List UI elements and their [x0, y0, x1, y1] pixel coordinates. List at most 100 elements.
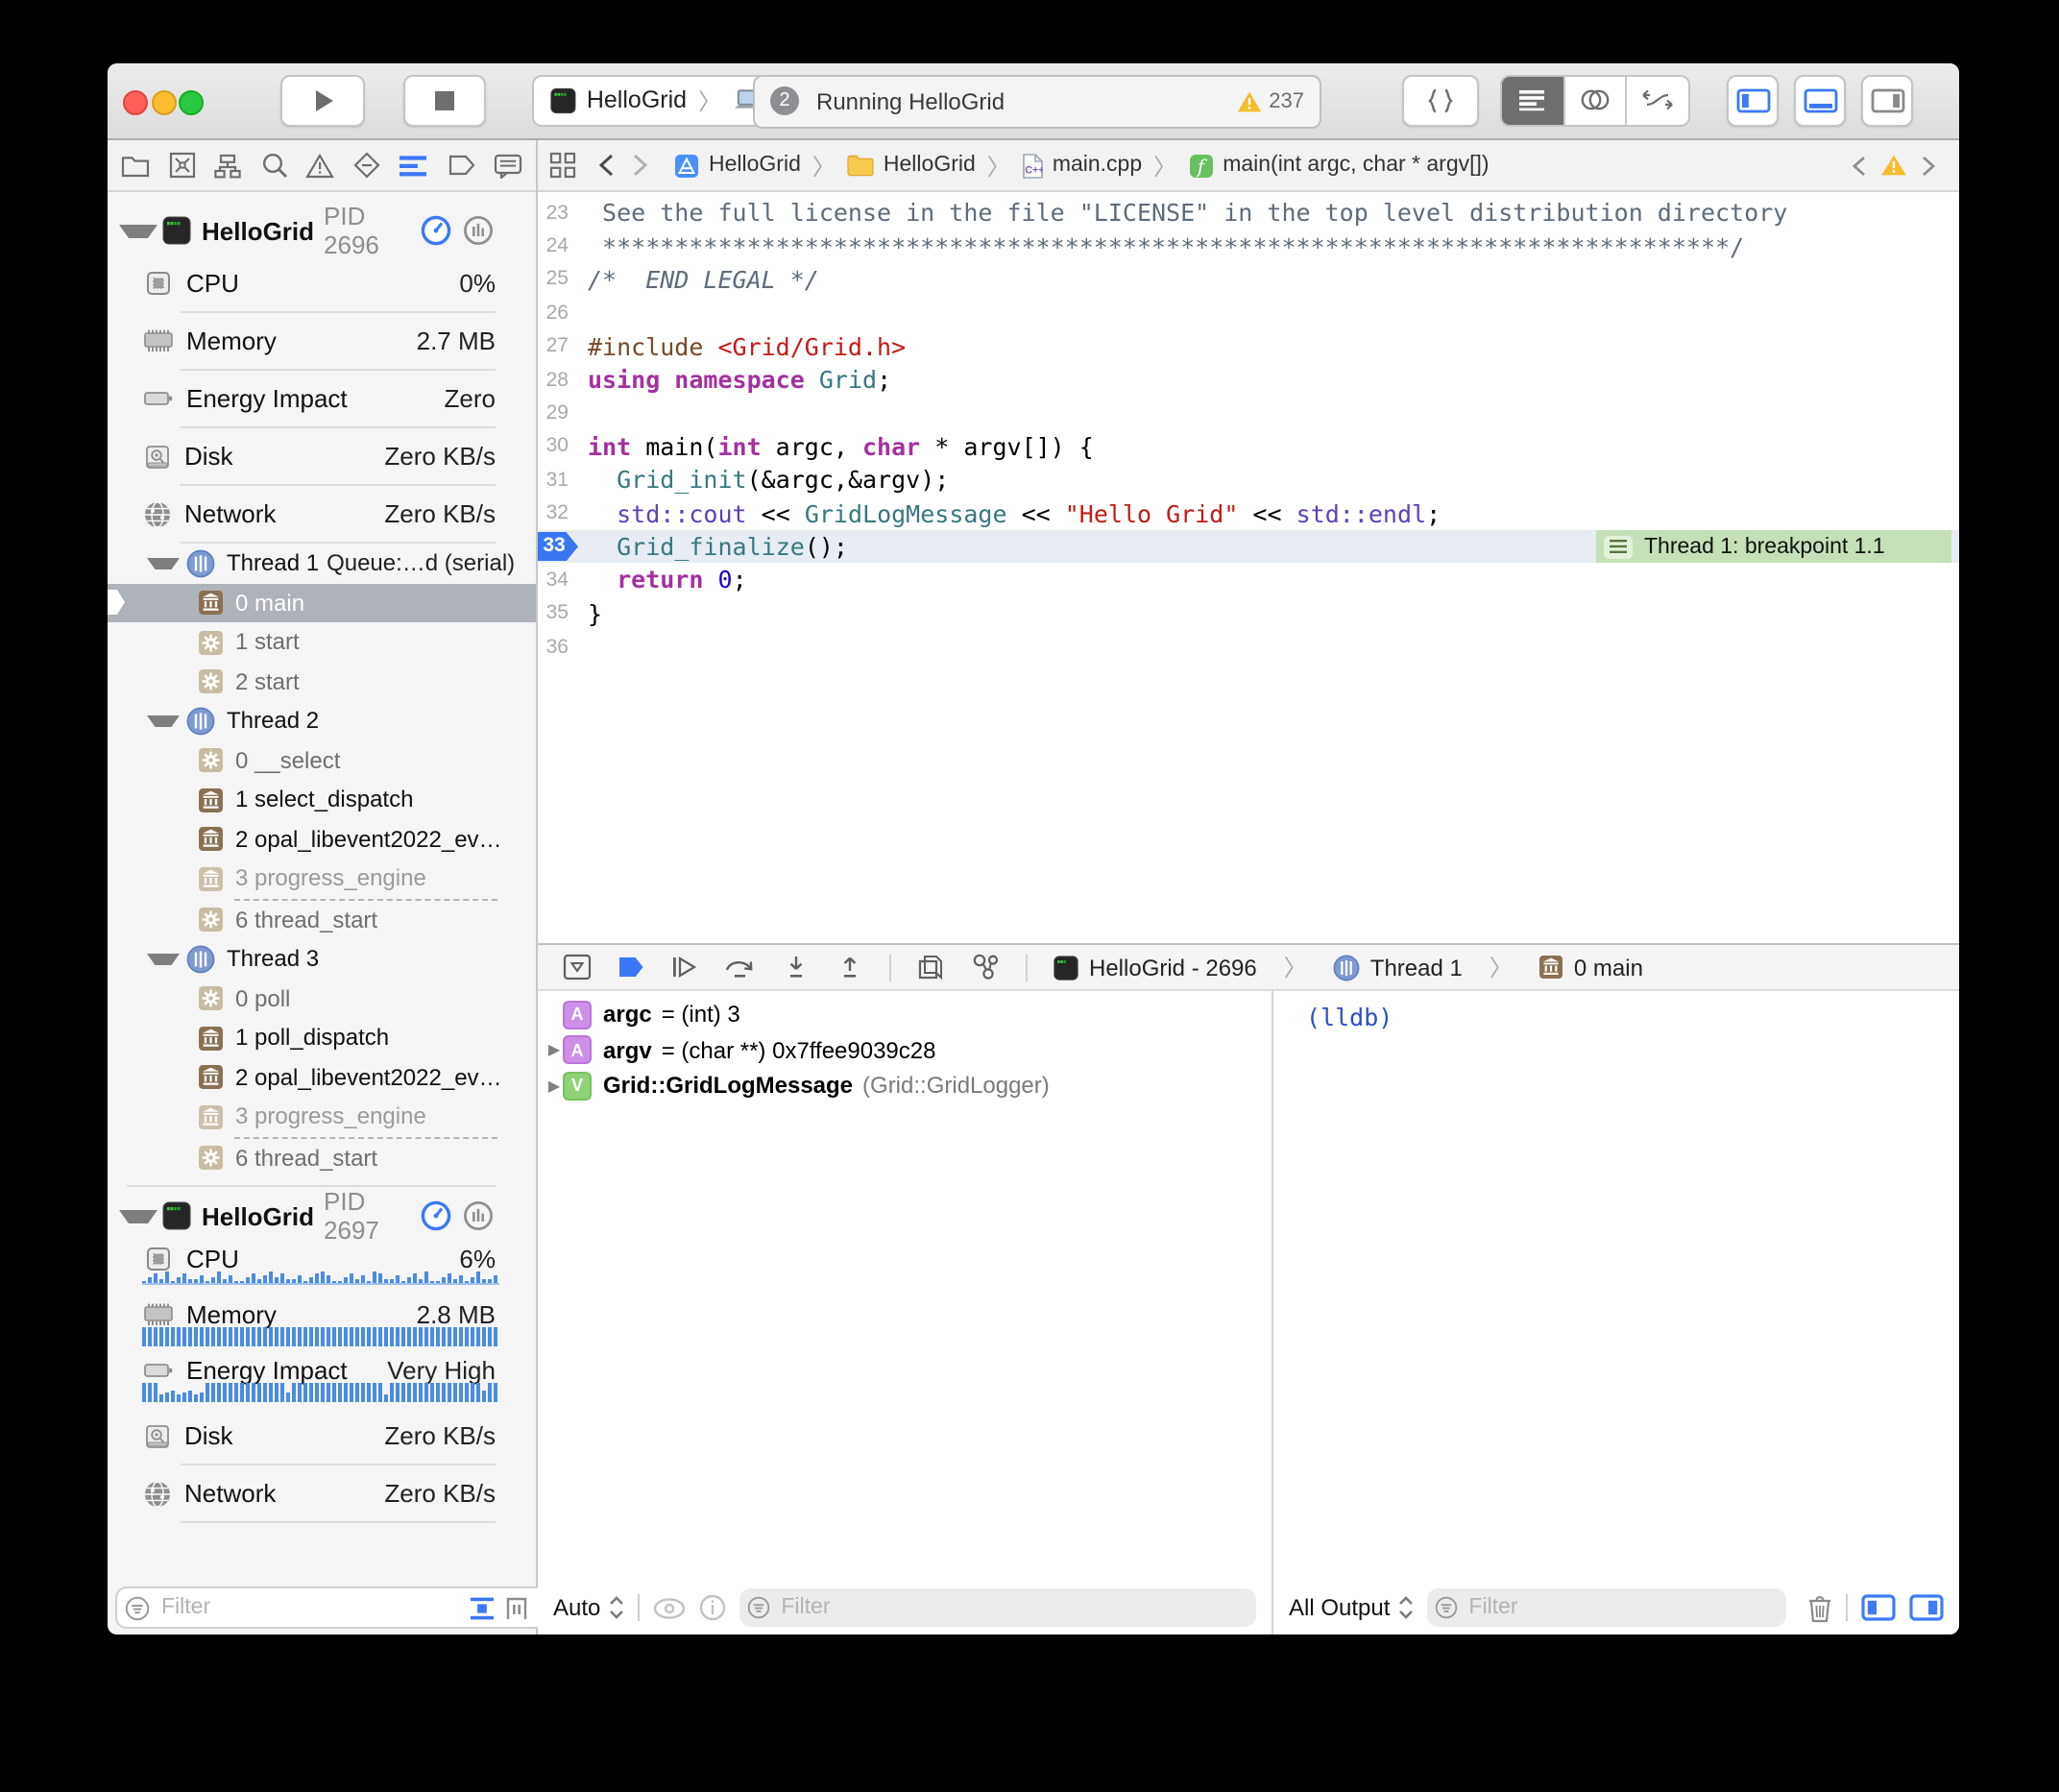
stat-row-cpu[interactable]: CPU0%: [108, 255, 536, 311]
console-output[interactable]: (lldb): [1273, 991, 1959, 1581]
print-description-button[interactable]: [698, 1594, 725, 1621]
gauge-button-active[interactable]: [421, 1200, 451, 1231]
jumpbar-warning-icon[interactable]: [1880, 154, 1907, 177]
breadcrumb-file[interactable]: main.cpp: [1053, 154, 1142, 177]
breadcrumb-group[interactable]: HelloGrid: [884, 154, 976, 177]
variable-row[interactable]: ▶VGrid::GridLogMessage(Grid::GridLogger): [538, 1068, 1272, 1103]
stack-frame-row[interactable]: 3 progress_engine: [108, 859, 536, 898]
debug-view-hierarchy-button[interactable]: [916, 953, 945, 981]
line-number[interactable]: 30: [538, 435, 569, 458]
gauge-button-active[interactable]: [421, 215, 451, 246]
standard-editor-button[interactable]: [1502, 76, 1564, 124]
line-number[interactable]: 26: [538, 302, 569, 325]
line-number[interactable]: 34: [538, 569, 569, 592]
tab-report-navigator[interactable]: [494, 153, 522, 178]
filter-debug-symbols-button[interactable]: [469, 1595, 496, 1620]
variable-row[interactable]: ▶Aargv= (char **) 0x7ffee9039c28: [538, 1032, 1272, 1068]
console-scope-popup[interactable]: All Output: [1289, 1594, 1413, 1621]
stat-row-memory[interactable]: Memory2.7 MB: [108, 313, 536, 369]
disclosure-triangle-icon[interactable]: [119, 224, 157, 237]
assistant-editor-button[interactable]: [1564, 76, 1627, 124]
stat-row-energy-impact[interactable]: Energy ImpactZero: [108, 371, 536, 426]
line-number[interactable]: 27: [538, 335, 569, 358]
tab-project-navigator[interactable]: [121, 153, 150, 178]
breadcrumb-symbol[interactable]: main(int argc, char * argv[]): [1223, 154, 1489, 177]
run-button[interactable]: [280, 74, 365, 126]
step-out-button[interactable]: [836, 954, 864, 981]
profile-button[interactable]: [463, 215, 494, 246]
breakpoint-marker[interactable]: 33: [538, 532, 578, 562]
line-number[interactable]: 32: [538, 501, 569, 524]
go-forward-button[interactable]: [632, 154, 649, 177]
next-issue-button[interactable]: [1921, 155, 1936, 176]
stack-frame-row[interactable]: 2 opal_libevent2022_ev…: [108, 819, 536, 859]
variable-row[interactable]: Aargc= (int) 3: [538, 997, 1272, 1032]
stack-frame-row[interactable]: 3 progress_engine: [108, 1097, 536, 1136]
minimize-window-button[interactable]: [151, 90, 176, 115]
line-number[interactable]: 36: [538, 636, 569, 659]
variables-scope-popup[interactable]: Auto: [553, 1594, 623, 1621]
breadcrumb-project[interactable]: HelloGrid: [709, 154, 801, 177]
toggle-variables-view-button[interactable]: [1861, 1594, 1896, 1621]
toggle-debug-area-button[interactable]: [1794, 74, 1846, 126]
source-editor[interactable]: 23 See the full license in the file "LIC…: [538, 192, 1959, 943]
toggle-navigator-button[interactable]: [1727, 74, 1779, 126]
line-number[interactable]: 35: [538, 602, 569, 625]
stat-row-network[interactable]: NetworkZero KB/s: [108, 1465, 536, 1521]
hide-debug-area-button[interactable]: [563, 953, 592, 981]
stop-button[interactable]: [403, 74, 486, 126]
profile-button[interactable]: [463, 1200, 494, 1231]
step-over-button[interactable]: [724, 954, 757, 981]
zoom-window-button[interactable]: [179, 90, 204, 115]
disclosure-triangle-icon[interactable]: [119, 1209, 157, 1223]
continue-button[interactable]: [670, 955, 699, 980]
close-window-button[interactable]: [123, 90, 148, 115]
disclosure-arrow-icon[interactable]: ▶: [545, 1078, 563, 1095]
quicklook-button[interactable]: [652, 1597, 685, 1618]
disclosure-triangle-icon[interactable]: [147, 558, 180, 569]
stack-frame-row[interactable]: 2 opal_libevent2022_ev…: [108, 1057, 536, 1097]
thread-row[interactable]: Thread 1Queue:…d (serial): [108, 544, 536, 583]
stat-row-disk[interactable]: DiskZero KB/s: [108, 1408, 536, 1464]
code-snippets-button[interactable]: [1402, 74, 1479, 126]
disclosure-arrow-icon[interactable]: ▶: [545, 1042, 563, 1059]
stack-frame-row[interactable]: 1 select_dispatch: [108, 780, 536, 819]
debug-breadcrumb-frame[interactable]: 0 main: [1539, 954, 1643, 981]
stack-frame-row[interactable]: 0 main: [108, 583, 536, 622]
line-number[interactable]: 29: [538, 401, 569, 424]
thread-row[interactable]: Thread 2: [108, 701, 536, 740]
tab-symbol-navigator[interactable]: [213, 153, 242, 178]
console-filter-input[interactable]: [1465, 1594, 1779, 1621]
breakpoint-annotation[interactable]: Thread 1: breakpoint 1.1: [1596, 531, 1951, 563]
disclosure-triangle-icon[interactable]: [147, 715, 180, 727]
sidebar-filter-input[interactable]: [157, 1594, 461, 1621]
tab-find-navigator[interactable]: [260, 152, 287, 179]
console-filter-field[interactable]: [1426, 1588, 1786, 1627]
clear-console-button[interactable]: [1807, 1593, 1832, 1622]
variables-filter-input[interactable]: [777, 1594, 1248, 1621]
warning-count[interactable]: 237: [1236, 89, 1304, 112]
stack-frame-row[interactable]: 2 start: [108, 662, 536, 701]
debug-breadcrumb-thread[interactable]: Thread 1: [1334, 954, 1463, 981]
stack-frame-row[interactable]: 6 thread_start: [108, 1138, 536, 1177]
tab-breakpoint-navigator[interactable]: [447, 154, 475, 177]
step-into-button[interactable]: [782, 954, 811, 981]
variables-filter-field[interactable]: [739, 1588, 1256, 1627]
debug-breadcrumb-process[interactable]: HelloGrid - 2696: [1053, 954, 1257, 981]
tab-debug-navigator[interactable]: [398, 153, 428, 178]
line-number[interactable]: 23: [538, 201, 569, 224]
activity-view[interactable]: 2 Running HelloGrid 237: [753, 74, 1321, 128]
filter-stack-frames-button[interactable]: [503, 1595, 530, 1620]
line-number[interactable]: 31: [538, 469, 569, 492]
stack-frame-row[interactable]: 6 thread_start: [108, 900, 536, 939]
tab-test-navigator[interactable]: [352, 152, 379, 179]
toggle-inspector-button[interactable]: [1861, 74, 1913, 126]
stack-frame-row[interactable]: 0 poll: [108, 979, 536, 1018]
stack-frame-row[interactable]: 1 start: [108, 622, 536, 662]
memory-graph-button[interactable]: [970, 953, 1001, 981]
process-header[interactable]: HelloGridPID 2697: [108, 1191, 536, 1241]
breakpoints-toggle-button[interactable]: [617, 955, 645, 980]
tab-source-control-navigator[interactable]: [168, 152, 195, 179]
sidebar-filter-field[interactable]: [115, 1586, 576, 1629]
disclosure-triangle-icon[interactable]: [147, 954, 180, 965]
